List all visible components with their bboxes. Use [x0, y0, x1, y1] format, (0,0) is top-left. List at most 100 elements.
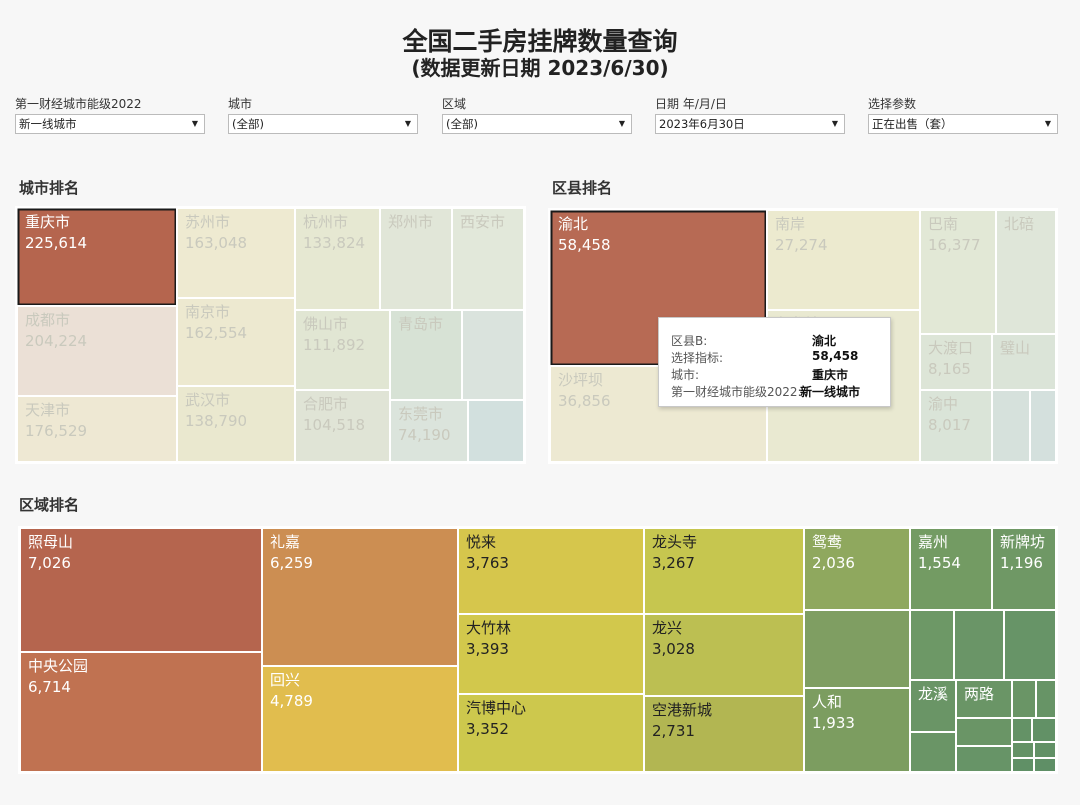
treemap-cell-minor[interactable] — [1033, 757, 1057, 773]
treemap-label-value: 7,026 — [28, 554, 71, 572]
treemap-label-name: 大渡口 — [928, 339, 973, 357]
treemap-cell-minor[interactable] — [1011, 679, 1037, 719]
treemap-label-name: 沙坪坝 — [558, 371, 603, 389]
tooltip-label: 区县B: — [671, 334, 708, 348]
treemap-label-value: 6,714 — [28, 678, 71, 696]
treemap-label-name: 礼嘉 — [270, 533, 300, 551]
dashboard-subtitle: (数据更新日期 2023/6/30) — [411, 56, 669, 80]
treemap-label-name: 鸳鸯 — [812, 533, 842, 551]
treemap-cell[interactable] — [461, 309, 525, 401]
treemap-cell-minor[interactable] — [909, 731, 957, 773]
treemap-label-name: 龙溪 — [918, 685, 948, 703]
treemap-label-value: 162,554 — [185, 324, 247, 342]
treemap-label-name: 嘉州 — [918, 533, 948, 551]
treemap-label-name: 渝中 — [928, 395, 958, 413]
city-dropdown[interactable]: (全部) ▼ — [228, 114, 418, 134]
treemap-label-value: 6,259 — [270, 554, 313, 572]
treemap-cell-minor[interactable] — [909, 609, 955, 681]
treemap-label-value: 133,824 — [303, 234, 365, 252]
tooltip: 区县B: 选择指标: 城市: 第一财经城市能级2022: 渝北 58,458 重… — [658, 317, 891, 407]
tooltip-value: 新一线城市 — [800, 385, 861, 399]
filter-date[interactable]: 日期 年/月/日 2023年6月30日 ▼ — [655, 95, 845, 134]
tooltip-value: 重庆市 — [812, 368, 849, 382]
tooltip-value: 渝北 — [812, 334, 837, 348]
treemap-cell-minor[interactable] — [955, 745, 1013, 773]
treemap-label-name: 天津市 — [25, 401, 70, 419]
date-dropdown[interactable]: 2023年6月30日 ▼ — [655, 114, 845, 134]
treemap-cell-minor[interactable] — [955, 717, 1013, 747]
treemap-cell-minor[interactable] — [953, 609, 1005, 681]
treemap-label-value: 3,763 — [466, 554, 509, 572]
treemap-label-name: 悦来 — [466, 533, 496, 551]
treemap-label-name: 渝北 — [558, 215, 588, 233]
filter-label: 第一财经城市能级2022 — [15, 97, 142, 111]
dropdown-arrow-icon[interactable]: ▼ — [192, 115, 198, 133]
treemap-label-name: 西安市 — [460, 213, 505, 231]
treemap-label-name: 回兴 — [270, 671, 300, 689]
treemap-cell-minor[interactable] — [1033, 741, 1057, 759]
dropdown-value: (全部) — [232, 117, 264, 131]
treemap-label-value: 2,731 — [652, 722, 695, 740]
treemap-label-name: 武汉市 — [185, 391, 230, 409]
city-treemap-panel: 重庆市 225,614 成都市 204,224 天津市 176,529 苏州市 163,048… — [15, 206, 526, 464]
treemap-label-name: 汽博中心 — [466, 699, 526, 717]
treemap-cell-minor[interactable] — [1011, 741, 1035, 759]
district-ranking-heading: 区县排名 — [552, 179, 613, 197]
treemap-label-name: 合肥市 — [303, 395, 348, 413]
dropdown-value: (全部) — [446, 117, 478, 131]
treemap-label-value: 8,017 — [928, 416, 971, 434]
filter-city-tier[interactable]: 第一财经城市能级2022 新一线城市 ▼ — [15, 95, 205, 134]
treemap-label-name: 青岛市 — [398, 315, 443, 333]
treemap-label-name: 郑州市 — [388, 213, 433, 231]
tooltip-label: 选择指标: — [671, 351, 724, 365]
dropdown-arrow-icon[interactable]: ▼ — [832, 115, 838, 133]
treemap-cell[interactable] — [991, 389, 1031, 463]
treemap-label-name: 东莞市 — [398, 405, 443, 423]
treemap-label-value: 225,614 — [25, 234, 87, 252]
filter-city[interactable]: 城市 (全部) ▼ — [228, 95, 418, 134]
filter-label: 城市 — [228, 97, 253, 111]
area-treemap-panel: 照母山 7,026 中央公园 6,714 礼嘉 6,259 回兴 4,789 悦来 3,763 大竹… — [18, 526, 1058, 774]
treemap-label-value: 74,190 — [398, 426, 451, 444]
filter-parameter[interactable]: 选择参数 正在出售（套） ▼ — [868, 95, 1058, 134]
treemap-cell-minor[interactable] — [1031, 717, 1057, 743]
filter-label: 区域 — [442, 97, 467, 111]
treemap-label-name: 中央公园 — [28, 657, 88, 675]
treemap-label-value: 163,048 — [185, 234, 247, 252]
city-tier-dropdown[interactable]: 新一线城市 ▼ — [15, 114, 205, 134]
treemap-label-value: 4,789 — [270, 692, 313, 710]
treemap-label-value: 1,196 — [1000, 554, 1043, 572]
treemap-label-value: 8,165 — [928, 360, 971, 378]
city-treemap: 重庆市 225,614 成都市 204,224 天津市 176,529 苏州市 163,048… — [16, 207, 525, 463]
treemap-label-value: 36,856 — [558, 392, 611, 410]
treemap-cell[interactable] — [467, 399, 525, 463]
treemap-cell[interactable] — [1029, 389, 1057, 463]
treemap-label-value: 2,036 — [812, 554, 855, 572]
filter-label: 日期 年/月/日 — [655, 97, 727, 111]
treemap-label-name: 龙兴 — [652, 619, 682, 637]
dropdown-arrow-icon[interactable]: ▼ — [1045, 115, 1051, 133]
treemap-cell-minor[interactable] — [1011, 757, 1035, 773]
treemap-cell-minor[interactable] — [1035, 679, 1057, 719]
treemap-label-name: 璧山 — [1000, 339, 1030, 357]
filter-area[interactable]: 区域 (全部) ▼ — [442, 95, 632, 134]
treemap-label-value: 204,224 — [25, 332, 87, 350]
area-dropdown[interactable]: (全部) ▼ — [442, 114, 632, 134]
treemap-label-name: 南岸 — [775, 215, 805, 233]
treemap-label-name: 佛山市 — [303, 315, 348, 333]
parameter-dropdown[interactable]: 正在出售（套） ▼ — [868, 114, 1058, 134]
dropdown-arrow-icon[interactable]: ▼ — [619, 115, 625, 133]
dropdown-value: 新一线城市 — [19, 117, 77, 131]
treemap-label-name: 新牌坊 — [1000, 533, 1045, 551]
treemap-label-value: 16,377 — [928, 236, 981, 254]
treemap-label-name: 苏州市 — [185, 213, 230, 231]
dropdown-arrow-icon[interactable]: ▼ — [405, 115, 411, 133]
treemap-cell-minor[interactable] — [1011, 717, 1033, 743]
treemap-label-value: 176,529 — [25, 422, 87, 440]
treemap-label-name: 人和 — [812, 693, 842, 711]
treemap-cell-minor[interactable] — [1003, 609, 1057, 681]
treemap-label-value: 3,352 — [466, 720, 509, 738]
treemap-label-value: 104,518 — [303, 416, 365, 434]
treemap-cell-minor[interactable] — [803, 609, 911, 689]
treemap-label-name: 重庆市 — [25, 213, 70, 231]
